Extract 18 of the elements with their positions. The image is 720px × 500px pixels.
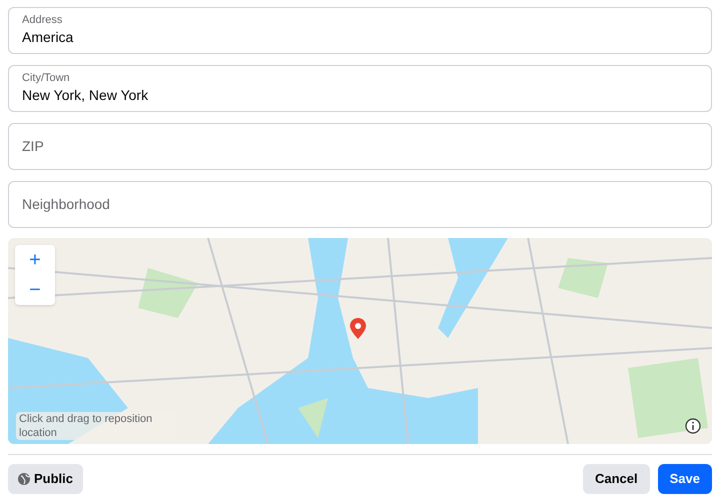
text-input[interactable]: America	[22, 26, 698, 48]
text-field[interactable]: City/Town New York, New York	[8, 65, 712, 112]
text-input[interactable]: Neighborhood	[22, 194, 698, 215]
field-label: City/Town	[22, 72, 71, 84]
text-field[interactable]: Address America	[8, 7, 712, 54]
globe-icon	[18, 473, 30, 485]
cancel-button[interactable]: Cancel	[582, 464, 650, 494]
save-button[interactable]: Save	[658, 464, 712, 494]
privacy-button[interactable]: Public	[8, 464, 84, 494]
zoom-in-button[interactable]: +	[15, 245, 55, 275]
text-input[interactable]: New York, New York	[22, 84, 698, 106]
text-input[interactable]: ZIP	[22, 136, 698, 157]
text-field[interactable]: Neighborhood	[8, 181, 712, 228]
field-label: Address	[22, 14, 64, 26]
zoom-out-button[interactable]: −	[15, 275, 55, 305]
text-field[interactable]: ZIP	[8, 123, 712, 170]
info-icon[interactable]	[685, 418, 701, 434]
map-pin-icon[interactable]	[350, 318, 366, 339]
